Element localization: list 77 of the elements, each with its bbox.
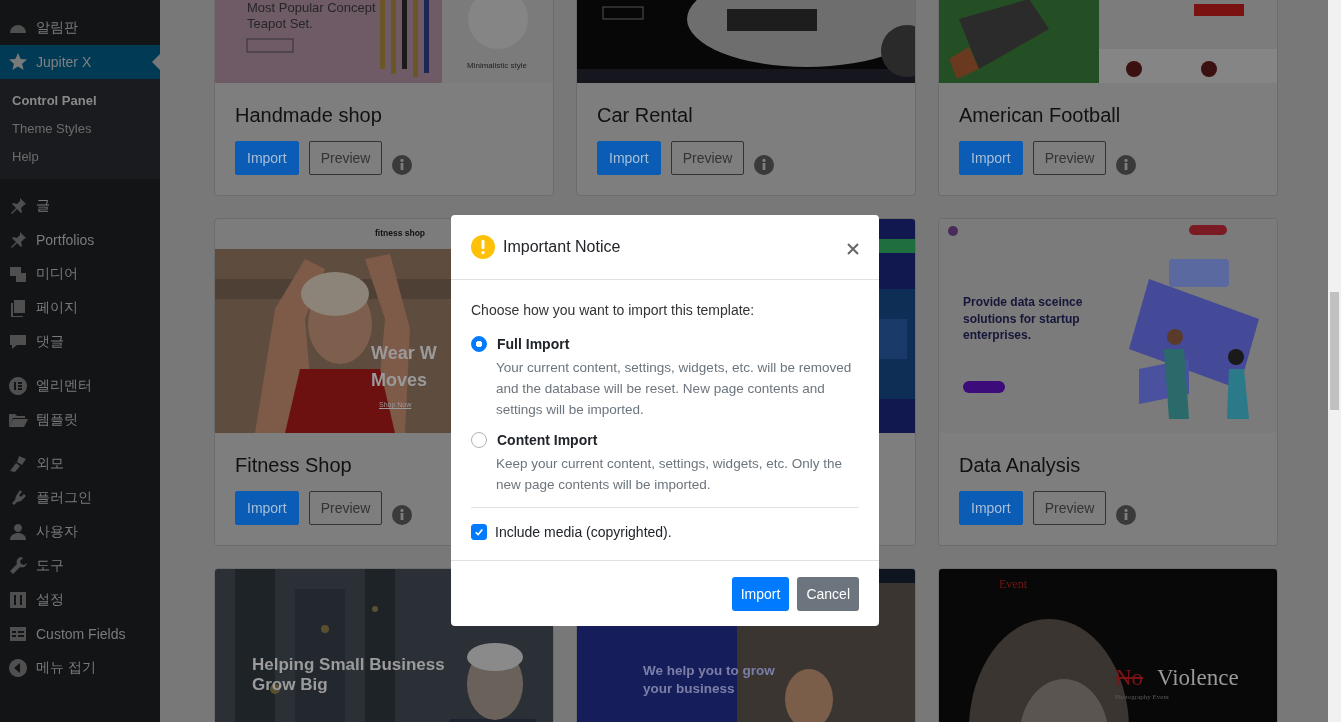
info-icon[interactable] [1116, 505, 1137, 525]
sidebar-item[interactable]: Custom Fields [0, 617, 160, 651]
collapse-icon [8, 658, 28, 678]
dialog-title: Important Notice [503, 238, 622, 256]
import-button[interactable]: Import [235, 141, 299, 175]
import-button[interactable]: Import [731, 577, 790, 611]
sliders-icon [8, 590, 28, 610]
sidebar-item[interactable]: 메뉴 접기 [0, 651, 160, 685]
scrollbar-thumb[interactable] [1330, 292, 1339, 410]
preview-text: We help you to grow your business [643, 662, 776, 698]
preview-text: No [1115, 665, 1144, 691]
sidebar-item[interactable]: 템플릿 [0, 403, 160, 437]
template-title: Car Rental [597, 103, 693, 128]
template-title: American Football [959, 103, 1121, 128]
import-button[interactable]: Import [597, 141, 661, 175]
table-icon [8, 624, 28, 644]
preview-button[interactable]: Preview [308, 491, 383, 525]
media-icon [8, 264, 28, 284]
option-label: Full Import [497, 336, 570, 352]
sidebar-item[interactable]: Jupiter X [0, 45, 160, 79]
option-description: Your current content, settings, widgets, etc. will be removed and the database will be reset. New page contents and settings will be imported. [496, 359, 853, 419]
submenu-item[interactable]: Theme Styles [0, 114, 160, 142]
dialog-text: Choose how you want to import this template: [471, 302, 756, 318]
sidebar-item[interactable]: 알림판 [0, 11, 160, 45]
submenu-item[interactable]: Help [0, 142, 160, 170]
submenu-item[interactable]: Control Panel [0, 86, 160, 114]
brush-icon [8, 454, 28, 474]
info-icon[interactable] [392, 155, 413, 175]
preview-button[interactable]: Preview [308, 141, 383, 175]
wrench-icon [8, 556, 28, 576]
sidebar-item[interactable]: 설정 [0, 583, 160, 617]
preview-button[interactable]: Preview [670, 141, 745, 175]
preview-text: Teapot Set. [247, 16, 313, 31]
sidebar-item[interactable]: 플러그인 [0, 481, 160, 515]
sidebar-item[interactable]: 사용자 [0, 515, 160, 549]
import-button[interactable]: Import [959, 491, 1023, 525]
scrollbar[interactable] [1328, 0, 1341, 722]
preview-text: Provide data sceince solutions for startup enterprises. [963, 294, 1084, 344]
import-button[interactable]: Import [235, 491, 299, 525]
preview-text: Helping Small Business Grow Big [252, 655, 446, 695]
sidebar-item[interactable]: 미디어 [0, 257, 160, 291]
warning-icon [471, 235, 495, 259]
sidebar-item[interactable]: 외모 [0, 447, 160, 481]
close-icon[interactable] [847, 243, 859, 255]
info-icon[interactable] [392, 505, 413, 525]
preview-text: Minimalistic style [467, 61, 527, 70]
checkbox[interactable] [471, 524, 487, 540]
check-icon [474, 527, 484, 537]
cancel-button[interactable]: Cancel [797, 577, 859, 611]
checkbox-label: Include media (copyrighted). [495, 524, 672, 540]
sidebar-item[interactable]: 페이지 [0, 291, 160, 325]
preview-text: Most Popular Concept [247, 0, 376, 15]
pages-icon [8, 298, 28, 318]
preview-button[interactable]: Preview [1032, 491, 1107, 525]
sidebar-item[interactable]: 글 [0, 189, 160, 223]
comment-bubble-icon [8, 332, 28, 352]
star-icon [8, 52, 28, 72]
round-lines-icon [8, 376, 28, 396]
import-button[interactable]: Import [959, 141, 1023, 175]
sidebar-item[interactable]: 도구 [0, 549, 160, 583]
preview-button[interactable]: Preview [1032, 141, 1107, 175]
sidebar-item[interactable]: Portfolios [0, 223, 160, 257]
preview-text: fitness shop [375, 228, 426, 238]
option-label: Content Import [497, 432, 598, 448]
sidebar-item[interactable]: 엘리멘터 [0, 369, 160, 403]
sidebar-item[interactable]: 댓글 [0, 325, 160, 359]
template-title: Fitness Shop [235, 453, 352, 478]
user-icon [8, 522, 28, 542]
preview-text: Violence [1157, 665, 1239, 691]
template-title: Handmade shop [235, 103, 382, 128]
template-title: Data Analysis [959, 453, 1081, 478]
preview-text: Wear W [371, 343, 437, 364]
info-icon[interactable] [754, 155, 775, 175]
info-icon[interactable] [1116, 155, 1137, 175]
radio-button[interactable] [471, 336, 487, 352]
option-description: Keep your current content, settings, widgets, etc. Only the new page contents will be imported. [496, 455, 843, 494]
preview-text: Event [999, 577, 1027, 592]
